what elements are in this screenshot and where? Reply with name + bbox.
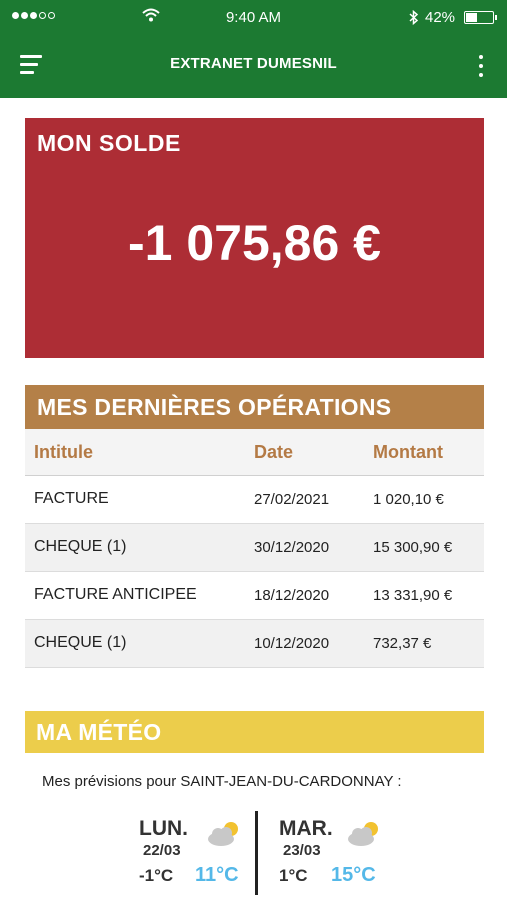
forecast-date: 23/03	[283, 842, 321, 859]
operation-amount: 15 300,90 €	[373, 539, 453, 556]
column-header-date: Date	[254, 442, 294, 462]
column-header-label: Intitule	[34, 442, 93, 462]
operation-label: FACTURE ANTICIPEE	[34, 586, 197, 603]
operations-title: MES DERNIÈRES OPÉRATIONS	[25, 385, 484, 429]
forecast-day: MAR. 23/03 1°C 15°C	[279, 815, 395, 899]
operation-date: 10/12/2020	[254, 635, 330, 652]
forecast-max-temp: 11°C	[195, 864, 239, 886]
app-bar: EXTRANET DUMESNIL	[0, 34, 507, 98]
operation-amount: 1 020,10 €	[373, 491, 444, 508]
kebab-more-icon[interactable]	[477, 55, 485, 79]
status-bar: 9:40 AM 42%	[0, 0, 507, 34]
operation-label: CHEQUE (1)	[34, 538, 127, 555]
operation-label: CHEQUE (1)	[34, 634, 127, 651]
table-row[interactable]: CHEQUE (1) 30/12/2020 15 300,90 €	[25, 524, 484, 572]
balance-title: MON SOLDE	[37, 130, 181, 156]
table-row[interactable]: FACTURE ANTICIPEE 18/12/2020 13 331,90 €	[25, 572, 484, 620]
operation-amount: 732,37 €	[373, 635, 432, 652]
balance-amount: -1 075,86 €	[128, 215, 381, 271]
partly-cloudy-icon	[208, 822, 238, 846]
battery-icon	[464, 11, 497, 24]
operation-date: 27/02/2021	[254, 491, 330, 508]
forecast-day-name: MAR.	[279, 817, 333, 840]
operations-table: Intitule Date Montant FACTURE 27/02/2021…	[25, 429, 484, 668]
app-title: EXTRANET DUMESNIL	[170, 55, 337, 72]
table-header-row: Intitule Date Montant	[25, 429, 484, 476]
operation-label: FACTURE	[34, 490, 109, 507]
column-header-amount: Montant	[373, 442, 443, 462]
operation-date: 30/12/2020	[254, 539, 330, 556]
bluetooth-icon	[409, 10, 419, 25]
forecast-min-temp: -1°C	[139, 866, 174, 885]
operation-amount: 13 331,90 €	[373, 587, 453, 604]
operation-date: 18/12/2020	[254, 587, 330, 604]
battery-percent: 42%	[425, 9, 456, 26]
partly-cloudy-icon	[348, 822, 378, 846]
forecast-day-name: LUN.	[139, 817, 188, 840]
weather-title: MA MÉTÉO	[25, 711, 484, 753]
forecast-divider	[255, 811, 258, 895]
forecast-max-temp: 15°C	[331, 864, 376, 886]
weather-subtitle: Mes prévisions pour SAINT-JEAN-DU-CARDON…	[42, 773, 402, 790]
table-row[interactable]: FACTURE 27/02/2021 1 020,10 €	[25, 476, 484, 524]
balance-card: MON SOLDE -1 075,86 €	[25, 118, 484, 358]
forecast-date: 22/03	[143, 842, 181, 859]
forecast-min-temp: 1°C	[279, 866, 308, 885]
forecast-day: LUN. 22/03 -1°C 11°C	[139, 815, 255, 899]
table-row[interactable]: CHEQUE (1) 10/12/2020 732,37 €	[25, 620, 484, 668]
